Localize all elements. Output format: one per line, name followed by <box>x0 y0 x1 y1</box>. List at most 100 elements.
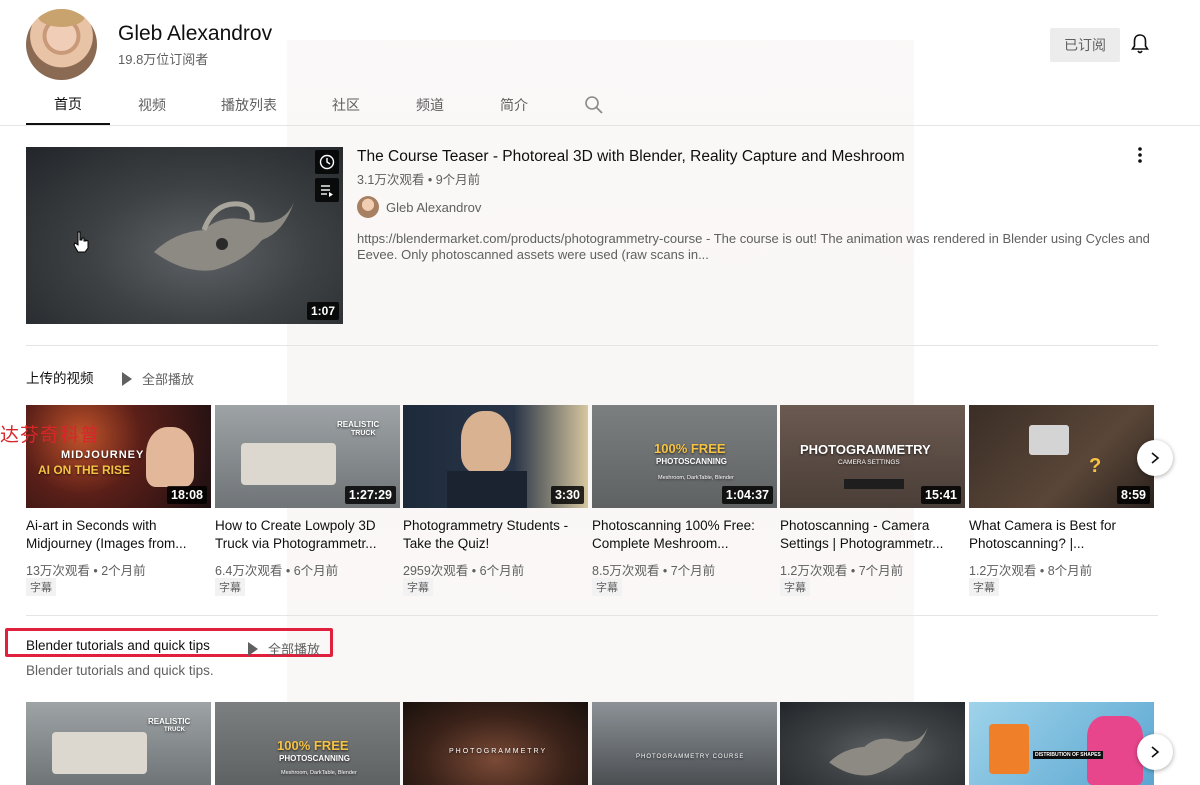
tab-playlists[interactable]: 播放列表 <box>194 84 304 125</box>
tutorials-play-all[interactable]: 全部播放 <box>248 639 320 658</box>
video-title[interactable]: How to Create Lowpoly 3D Truck via Photo… <box>215 517 387 553</box>
watch-later-icon[interactable] <box>315 150 339 174</box>
cc-badge: 字幕 <box>969 578 999 596</box>
camera-illustration <box>1029 425 1069 455</box>
thumbnail-text: Meshroom, DarkTable, Blender <box>658 475 734 481</box>
presenter-face <box>146 427 194 487</box>
tab-home[interactable]: 首页 <box>26 84 110 125</box>
chevron-right-icon <box>1151 746 1160 758</box>
truck-illustration <box>241 443 336 485</box>
featured-video-author[interactable]: Gleb Alexandrov <box>386 200 481 215</box>
tab-community[interactable]: 社区 <box>304 84 388 125</box>
play-icon <box>122 371 132 386</box>
video-duration: 1:27:29 <box>344 486 396 504</box>
cc-badge: 字幕 <box>215 578 245 596</box>
video-meta: 6.4万次观看 • 6个月前 <box>215 564 339 578</box>
uploads-play-all[interactable]: 全部播放 <box>122 369 194 388</box>
question-mark-icon: ? <box>1089 455 1102 477</box>
presenter-face <box>461 411 511 473</box>
subscriber-count: 19.8万位订阅者 <box>118 52 209 67</box>
thumbnail-text: 100% FREE <box>277 738 349 753</box>
video-meta: 2959次观看 • 6个月前 <box>403 564 525 578</box>
thumbnail-text: DISTRIBUTION OF SHAPES <box>1033 751 1103 759</box>
featured-video-title[interactable]: The Course Teaser - Photoreal 3D with Bl… <box>357 148 905 166</box>
featured-video-meta: 3.1万次观看 • 9个月前 <box>357 173 481 187</box>
bell-icon[interactable] <box>1130 33 1150 55</box>
video-thumbnail[interactable]: PHOTOGRAMMETRY COURSE <box>592 702 777 785</box>
video-thumbnail[interactable]: 100% FREE PHOTOSCANNING Meshroom, DarkTa… <box>592 405 777 508</box>
cc-badge: 字幕 <box>592 578 622 596</box>
thumbnail-text: REALISTIC <box>337 420 380 429</box>
tab-videos[interactable]: 视频 <box>110 84 194 125</box>
video-duration: 15:41 <box>921 486 961 504</box>
video-duration: 1:04:37 <box>721 486 773 504</box>
thumbnail-text: PHOTOSCANNING <box>279 754 350 763</box>
video-title[interactable]: What Camera is Best for Photoscanning? |… <box>969 517 1141 553</box>
video-meta: 8.5万次观看 • 7个月前 <box>592 564 716 578</box>
video-meta: 1.2万次观看 • 8个月前 <box>969 564 1093 578</box>
video-thumbnail[interactable]: DISTRIBUTION OF SHAPES <box>969 702 1154 785</box>
play-all-label: 全部播放 <box>268 642 321 657</box>
chevron-right-icon <box>1151 452 1160 464</box>
next-arrow-button[interactable] <box>1137 734 1173 770</box>
video-title[interactable]: Photoscanning 100% Free: Complete Meshro… <box>592 517 764 553</box>
thumbnail-text: TRUCK <box>164 727 185 733</box>
section-divider <box>26 345 1158 346</box>
thumbnail-text: Meshroom, DarkTable, Blender <box>281 770 357 776</box>
video-thumbnail[interactable]: REALISTIC TRUCK <box>26 702 211 785</box>
play-all-label: 全部播放 <box>142 372 195 387</box>
video-title[interactable]: Ai-art in Seconds with Midjourney (Image… <box>26 517 198 553</box>
video-duration: 18:08 <box>167 486 207 504</box>
camera-settings-bar <box>844 479 904 489</box>
thumbnail-text: CAMERA SETTINGS <box>838 459 900 466</box>
video-thumbnail[interactable]: 3:30 <box>403 405 588 508</box>
video-thumbnail[interactable]: 100% FREE PHOTOSCANNING Meshroom, DarkTa… <box>215 702 400 785</box>
video-title[interactable]: Photoscanning - Camera Settings | Photog… <box>780 517 952 553</box>
video-thumbnail[interactable]: REALISTIC TRUCK 1:27:29 <box>215 405 400 508</box>
add-to-queue-icon[interactable] <box>315 178 339 202</box>
thumbnail-text: 100% FREE <box>654 441 726 456</box>
video-thumbnail[interactable] <box>780 702 965 785</box>
play-icon <box>248 641 258 656</box>
video-meta: 13万次观看 • 2个月前 <box>26 564 146 578</box>
section-divider <box>26 615 1158 616</box>
thumbnail-text: AI ON THE RISE <box>38 463 131 477</box>
video-duration: 3:30 <box>550 486 584 504</box>
channel-avatar[interactable] <box>26 9 97 80</box>
channel-tabs: 首页 视频 播放列表 社区 频道 简介 <box>26 84 556 125</box>
thumbnail-text: MIDJOURNEY <box>61 449 145 461</box>
robot-illustration <box>989 724 1029 774</box>
thumbnail-text: REALISTIC <box>148 717 191 726</box>
skull-illustration <box>154 201 294 271</box>
tutorials-shelf-description: Blender tutorials and quick tips. <box>26 663 214 678</box>
video-thumbnail[interactable]: PHOTOGRAMMETRY CAMERA SETTINGS 15:41 <box>780 405 965 508</box>
watermark-text: 达芬奇科普 <box>0 424 101 446</box>
video-thumbnail[interactable]: ? 8:59 <box>969 405 1154 508</box>
truck-illustration <box>52 732 147 774</box>
cc-badge: 字幕 <box>403 578 433 596</box>
presenter-shirt <box>447 471 527 508</box>
skull-illustration <box>829 727 928 776</box>
video-title[interactable]: Photogrammetry Students - Take the Quiz! <box>403 517 575 553</box>
thumbnail-text: TRUCK <box>351 430 376 437</box>
channel-name[interactable]: Gleb Alexandrov <box>118 22 272 46</box>
next-arrow-button[interactable] <box>1137 440 1173 476</box>
thumbnail-text: PHOTOGRAMMETRY <box>449 748 548 755</box>
video-duration: 1:07 <box>306 302 339 320</box>
tab-channels[interactable]: 频道 <box>388 84 472 125</box>
featured-video-description: https://blendermarket.com/products/photo… <box>357 231 1150 262</box>
search-icon[interactable] <box>584 95 604 115</box>
uploads-shelf-title[interactable]: 上传的视频 <box>26 367 94 387</box>
video-meta: 1.2万次观看 • 7个月前 <box>780 564 904 578</box>
tutorials-shelf-title[interactable]: Blender tutorials and quick tips <box>26 638 210 653</box>
cc-badge: 字幕 <box>26 578 56 596</box>
video-thumbnail[interactable]: PHOTOGRAMMETRY <box>403 702 588 785</box>
more-options-icon[interactable] <box>1132 145 1148 165</box>
tab-about[interactable]: 简介 <box>472 84 556 125</box>
subscribed-button[interactable]: 已订阅 <box>1050 28 1120 62</box>
cc-badge: 字幕 <box>780 578 810 596</box>
author-avatar[interactable] <box>357 196 379 218</box>
video-duration: 8:59 <box>1116 486 1150 504</box>
thumbnail-text: PHOTOGRAMMETRY <box>800 442 931 457</box>
thumbnail-text: PHOTOGRAMMETRY COURSE <box>636 754 745 760</box>
